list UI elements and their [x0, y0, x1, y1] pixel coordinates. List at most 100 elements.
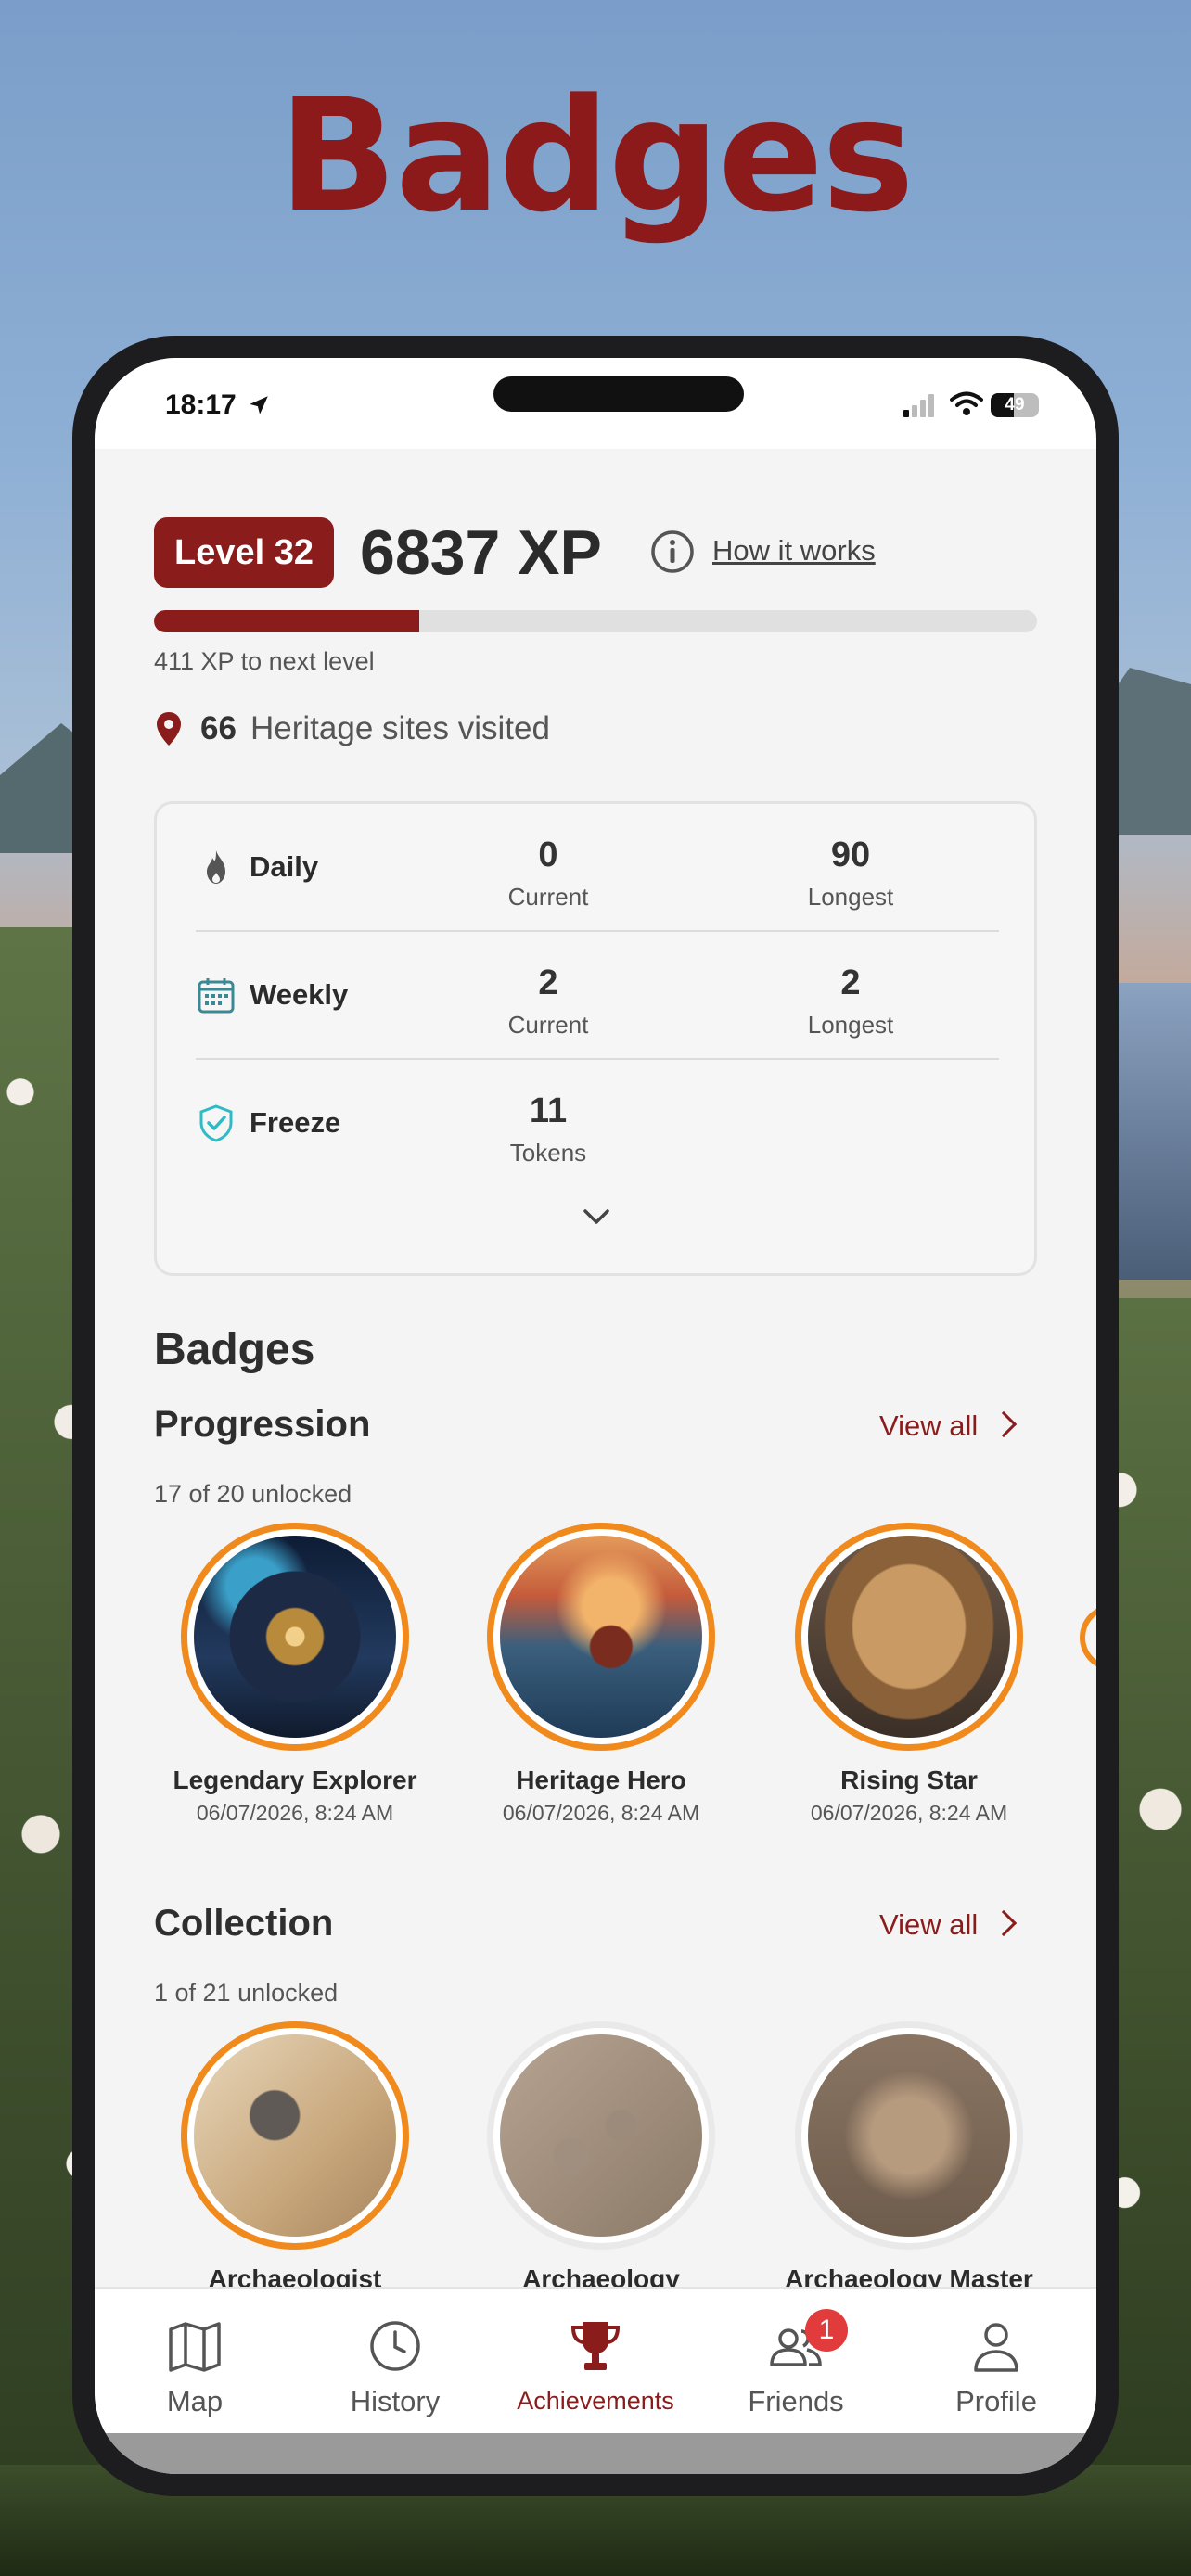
coins-artwork: [500, 2034, 702, 2237]
progression-title: Progression: [154, 1404, 371, 1445]
dynamic-island: [493, 376, 744, 412]
freeze-tokens-value: 11: [529, 1091, 568, 1130]
next-badge-peek: [1080, 1604, 1096, 1671]
freeze-tokens-label: Tokens: [509, 1139, 587, 1167]
badge-name: Heritage Hero: [516, 1766, 686, 1794]
battery-icon: 49: [991, 393, 1039, 417]
streak-row-daily: Daily 0 Current 90 Longest: [196, 804, 999, 932]
phone-screen: 18:17 49 Level 32 6837 XP How it works 4…: [95, 358, 1096, 2474]
wifi-icon: [950, 391, 983, 415]
daily-current-value: 0: [538, 835, 558, 874]
badge-rising-star[interactable]: Rising Star 06/07/2026, 8:24 AM: [770, 1523, 1048, 1826]
daily-current: 0 Current: [465, 835, 632, 912]
weekly-current-value: 2: [538, 963, 558, 1002]
view-all-label: View all: [879, 1409, 979, 1442]
badge-name: Rising Star: [840, 1766, 978, 1794]
streak-label: Freeze: [250, 1106, 341, 1139]
chevron-down-icon[interactable]: [578, 1203, 615, 1231]
collection-title: Collection: [154, 1903, 334, 1944]
badge-ring: [487, 1523, 715, 1751]
info-icon[interactable]: [649, 529, 696, 575]
daily-longest: 90 Longest: [767, 835, 934, 912]
chevron-right-icon: [991, 1909, 1018, 1937]
tab-label: Friends: [748, 2385, 844, 2417]
xp-progress-fill: [154, 610, 419, 632]
collection-unlocked-count: 1 of 21 unlocked: [154, 1979, 339, 2007]
battery-level: 49: [1005, 395, 1025, 414]
brush-artwork: [194, 2034, 396, 2237]
badge-ring: [181, 2021, 409, 2250]
tab-label: Map: [166, 2385, 224, 2417]
collection-view-all-button[interactable]: View all: [879, 1908, 1018, 1942]
person-icon: [974, 2323, 1018, 2372]
tab-profile[interactable]: Profile: [896, 2316, 1096, 2418]
weekly-longest: 2 Longest: [767, 963, 934, 1039]
daily-longest-value: 90: [830, 835, 871, 874]
badge-ring: [487, 2021, 715, 2250]
weekly-longest-value: 2: [840, 963, 861, 1002]
map-pin-icon: [157, 712, 181, 746]
sites-label: Heritage sites visited: [250, 710, 550, 746]
streak-row-freeze: Freeze 11 Tokens: [196, 1060, 999, 1188]
helmet-artwork: [808, 1536, 1010, 1738]
streak-label: Weekly: [250, 978, 349, 1011]
status-time: 18:17: [165, 389, 237, 420]
calendar-icon: [198, 978, 235, 1014]
badge-date: 06/07/2026, 8:24 AM: [502, 1801, 700, 1825]
streak-label: Daily: [250, 850, 319, 883]
weekly-current-label: Current: [507, 1011, 589, 1039]
progression-unlocked-count: 17 of 20 unlocked: [154, 1480, 352, 1508]
xp-progress-bar: [154, 610, 1037, 632]
streak-row-weekly: Weekly 2 Current 2 Longest: [196, 932, 999, 1060]
view-all-label: View all: [879, 1908, 979, 1941]
home-indicator-area: [95, 2433, 1096, 2474]
badge-heritage-hero[interactable]: Heritage Hero 06/07/2026, 8:24 AM: [462, 1523, 740, 1826]
badge-archaeologist[interactable]: Archaeologist: [156, 2021, 434, 2294]
badge-ring: [181, 1523, 409, 1751]
tab-label: Achievements: [517, 2387, 674, 2415]
level-row: Level 32 6837 XP How it works: [154, 514, 1044, 588]
tab-map[interactable]: Map: [95, 2316, 295, 2418]
daily-current-label: Current: [507, 883, 589, 911]
freeze-tokens: 11 Tokens: [465, 1091, 632, 1167]
weekly-current: 2 Current: [465, 963, 632, 1039]
tab-bar: Map History Achievements 1 Friends Profi…: [95, 2287, 1096, 2433]
badge-ring: [795, 2021, 1023, 2250]
shield-check-icon: [199, 1104, 233, 1142]
weekly-longest-label: Longest: [807, 1011, 894, 1039]
chevron-right-icon: [991, 1410, 1018, 1438]
badge-archaeology-master[interactable]: Archaeology Master: [770, 2021, 1048, 2294]
compass-artwork: [194, 1536, 396, 1738]
badge-ring: [795, 1523, 1023, 1751]
status-bar: 18:17 49: [95, 358, 1096, 449]
map-icon: [169, 2322, 221, 2372]
badge-archaeology[interactable]: Archaeology: [462, 2021, 740, 2294]
tab-label: Profile: [955, 2385, 1037, 2417]
next-level-text: 411 XP to next level: [154, 647, 375, 675]
badge-legendary-explorer[interactable]: Legendary Explorer 06/07/2026, 8:24 AM: [156, 1523, 434, 1826]
xp-total: 6837 XP: [360, 517, 602, 588]
sites-count: 66: [200, 710, 237, 746]
tab-history[interactable]: History: [295, 2316, 495, 2418]
level-badge: Level 32: [154, 517, 334, 588]
badge-date: 06/07/2026, 8:24 AM: [196, 1801, 394, 1825]
daily-longest-label: Longest: [807, 883, 894, 911]
cellular-signal-icon: [903, 394, 934, 417]
flame-icon: [207, 850, 225, 884]
location-arrow-icon: [250, 396, 268, 414]
clock-icon: [370, 2321, 420, 2371]
badge-name: Legendary Explorer: [173, 1766, 417, 1794]
page-title: Badges: [278, 65, 915, 247]
tab-label: History: [350, 2385, 441, 2417]
progression-view-all-button[interactable]: View all: [879, 1409, 1018, 1443]
excavation-artwork: [808, 2034, 1010, 2237]
streaks-card: Daily 0 Current 90 Longest Weekly 2 Curr…: [154, 801, 1037, 1276]
trophy-icon: [570, 2322, 621, 2370]
how-it-works-link[interactable]: How it works: [712, 534, 876, 567]
tab-achievements[interactable]: Achievements: [495, 2316, 696, 2416]
viking-ship-artwork: [500, 1536, 702, 1738]
badges-section-title: Badges: [154, 1325, 315, 1374]
badge-date: 06/07/2026, 8:24 AM: [810, 1801, 1008, 1825]
phone-frame: 18:17 49 Level 32 6837 XP How it works 4…: [72, 336, 1119, 2496]
tab-friends[interactable]: 1 Friends: [696, 2309, 896, 2418]
